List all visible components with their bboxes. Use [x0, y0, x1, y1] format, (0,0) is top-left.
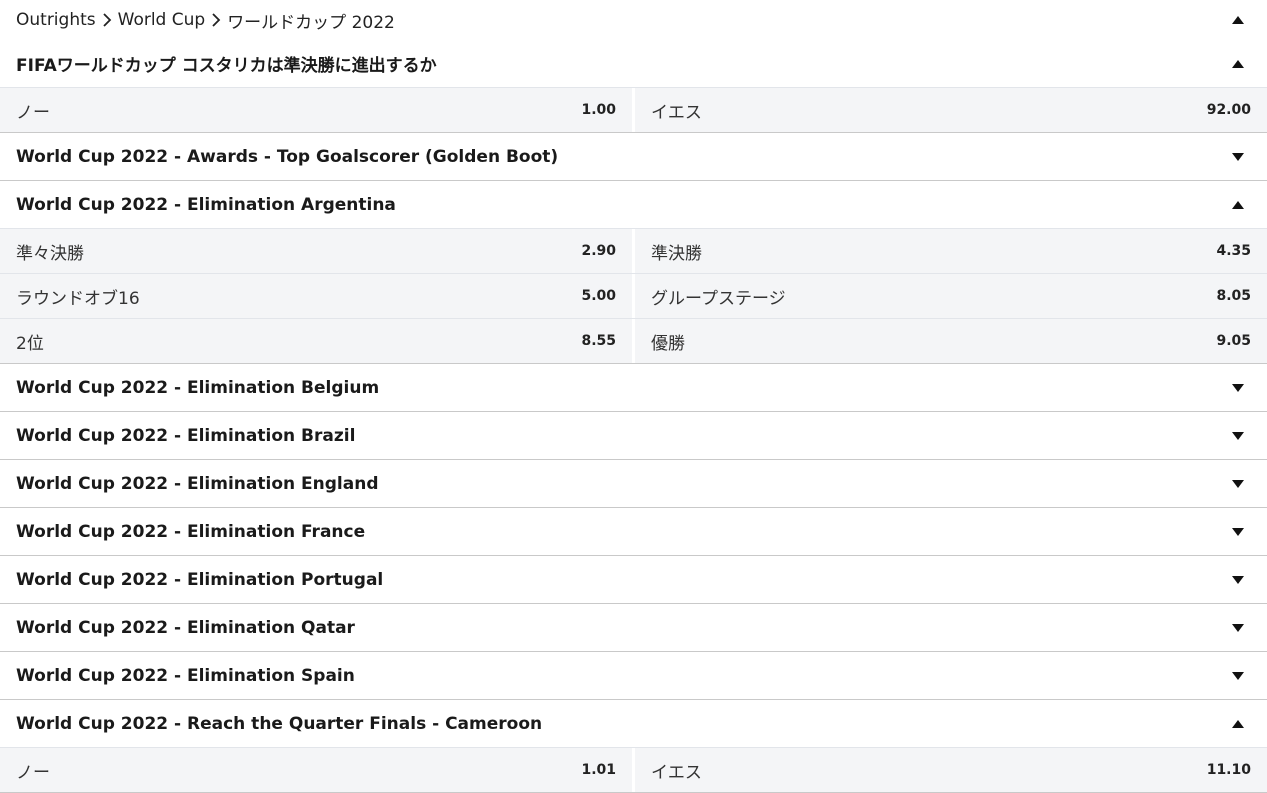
- market-header[interactable]: World Cup 2022 - Awards - Top Goalscorer…: [0, 133, 1267, 180]
- market-header[interactable]: World Cup 2022 - Elimination Portugal: [0, 556, 1267, 603]
- selection-odds: 8.05: [1216, 288, 1251, 304]
- market-section: World Cup 2022 - Awards - Top Goalscorer…: [0, 133, 1267, 181]
- selection-name: 優勝: [651, 333, 685, 354]
- triangle-up-icon[interactable]: [1231, 198, 1245, 212]
- market-section: FIFAワールドカップ コスタリカは準決勝に進出するか ノー 1.00 イエス 92.0…: [0, 40, 1267, 133]
- selection-button[interactable]: 優勝 9.05: [632, 319, 1267, 363]
- selection-name: 準々決勝: [16, 243, 84, 264]
- selection-row: 準々決勝 2.90 準決勝 4.35: [0, 228, 1267, 273]
- market-list: FIFAワールドカップ コスタリカは準決勝に進出するか ノー 1.00 イエス 92.0…: [0, 40, 1267, 793]
- market-header[interactable]: World Cup 2022 - Elimination France: [0, 508, 1267, 555]
- selection-name: イエス: [651, 102, 702, 123]
- selection-row: 2位 8.55 優勝 9.05: [0, 318, 1267, 363]
- selection-odds: 1.01: [581, 762, 616, 778]
- market-title: World Cup 2022 - Elimination England: [16, 473, 379, 494]
- market-title: World Cup 2022 - Awards - Top Goalscorer…: [16, 146, 559, 167]
- market-section: World Cup 2022 - Elimination Brazil: [0, 412, 1267, 460]
- selection-odds: 8.55: [581, 333, 616, 349]
- selection-odds: 1.00: [581, 102, 616, 118]
- selection-name: 2位: [16, 333, 44, 354]
- selection-button[interactable]: ノー 1.00: [0, 88, 632, 132]
- breadcrumb: Outrights World Cup ワールドカップ 2022: [0, 0, 1267, 40]
- selection-odds: 11.10: [1206, 762, 1251, 778]
- triangle-down-icon[interactable]: [1231, 150, 1245, 164]
- selection-odds: 9.05: [1216, 333, 1251, 349]
- market-title: World Cup 2022 - Reach the Quarter Final…: [16, 713, 543, 734]
- chevron-right-icon: [211, 13, 221, 27]
- triangle-down-icon[interactable]: [1231, 525, 1245, 539]
- triangle-up-icon[interactable]: [1231, 13, 1245, 27]
- market-section: World Cup 2022 - Elimination Belgium: [0, 364, 1267, 412]
- selection-name: イエス: [651, 762, 702, 783]
- market-header[interactable]: FIFAワールドカップ コスタリカは準決勝に進出するか: [0, 40, 1267, 87]
- market-header[interactable]: World Cup 2022 - Elimination England: [0, 460, 1267, 507]
- market-title: World Cup 2022 - Elimination Spain: [16, 665, 355, 686]
- selection-row: ラウンドオブ16 5.00 グループステージ 8.05: [0, 273, 1267, 318]
- breadcrumb-outrights[interactable]: Outrights: [16, 10, 96, 30]
- selection-odds: 5.00: [581, 288, 616, 304]
- market-header[interactable]: World Cup 2022 - Elimination Spain: [0, 652, 1267, 699]
- triangle-down-icon[interactable]: [1231, 429, 1245, 443]
- breadcrumb-world-cup-2022[interactable]: ワールドカップ 2022: [227, 8, 395, 33]
- triangle-down-icon[interactable]: [1231, 477, 1245, 491]
- selection-button[interactable]: ノー 1.01: [0, 748, 632, 792]
- market-title: World Cup 2022 - Elimination Brazil: [16, 425, 356, 446]
- selection-odds: 4.35: [1216, 243, 1251, 259]
- market-header[interactable]: World Cup 2022 - Elimination Argentina: [0, 181, 1267, 228]
- selection-name: ノー: [16, 762, 50, 783]
- selection-button[interactable]: 準決勝 4.35: [632, 229, 1267, 273]
- triangle-down-icon[interactable]: [1231, 381, 1245, 395]
- selection-name: グループステージ: [651, 288, 786, 309]
- market-header[interactable]: World Cup 2022 - Elimination Belgium: [0, 364, 1267, 411]
- market-title: World Cup 2022 - Elimination France: [16, 521, 366, 542]
- market-title: World Cup 2022 - Elimination Qatar: [16, 617, 355, 638]
- market-section: World Cup 2022 - Elimination England: [0, 460, 1267, 508]
- market-section: World Cup 2022 - Elimination Spain: [0, 652, 1267, 700]
- selection-row: ノー 1.01 イエス 11.10: [0, 747, 1267, 792]
- market-title: World Cup 2022 - Elimination Argentina: [16, 194, 396, 215]
- market-section: World Cup 2022 - Reach the Quarter Final…: [0, 700, 1267, 793]
- selection-odds: 2.90: [581, 243, 616, 259]
- chevron-right-icon: [102, 13, 112, 27]
- selection-button[interactable]: 準々決勝 2.90: [0, 229, 632, 273]
- selection-row: ノー 1.00 イエス 92.00: [0, 87, 1267, 132]
- market-title: FIFAワールドカップ コスタリカは準決勝に進出するか: [16, 56, 437, 76]
- market-header[interactable]: World Cup 2022 - Elimination Qatar: [0, 604, 1267, 651]
- market-title: World Cup 2022 - Elimination Portugal: [16, 569, 384, 590]
- selection-name: ラウンドオブ16: [16, 288, 140, 309]
- triangle-down-icon[interactable]: [1231, 573, 1245, 587]
- market-header[interactable]: World Cup 2022 - Elimination Brazil: [0, 412, 1267, 459]
- market-section: World Cup 2022 - Elimination Argentina 準々…: [0, 181, 1267, 364]
- selection-button[interactable]: イエス 92.00: [632, 88, 1267, 132]
- market-header[interactable]: World Cup 2022 - Reach the Quarter Final…: [0, 700, 1267, 747]
- triangle-up-icon[interactable]: [1231, 717, 1245, 731]
- triangle-down-icon[interactable]: [1231, 669, 1245, 683]
- selection-odds: 92.00: [1206, 102, 1251, 118]
- selection-button[interactable]: グループステージ 8.05: [632, 274, 1267, 318]
- selection-button[interactable]: 2位 8.55: [0, 319, 632, 363]
- triangle-down-icon[interactable]: [1231, 621, 1245, 635]
- selection-name: 準決勝: [651, 243, 702, 264]
- market-title: World Cup 2022 - Elimination Belgium: [16, 377, 380, 398]
- selection-name: ノー: [16, 102, 50, 123]
- market-section: World Cup 2022 - Elimination Qatar: [0, 604, 1267, 652]
- market-section: World Cup 2022 - Elimination France: [0, 508, 1267, 556]
- market-section: World Cup 2022 - Elimination Portugal: [0, 556, 1267, 604]
- triangle-up-icon[interactable]: [1231, 57, 1245, 71]
- selection-button[interactable]: ラウンドオブ16 5.00: [0, 274, 632, 318]
- selection-button[interactable]: イエス 11.10: [632, 748, 1267, 792]
- breadcrumb-world-cup[interactable]: World Cup: [118, 10, 206, 30]
